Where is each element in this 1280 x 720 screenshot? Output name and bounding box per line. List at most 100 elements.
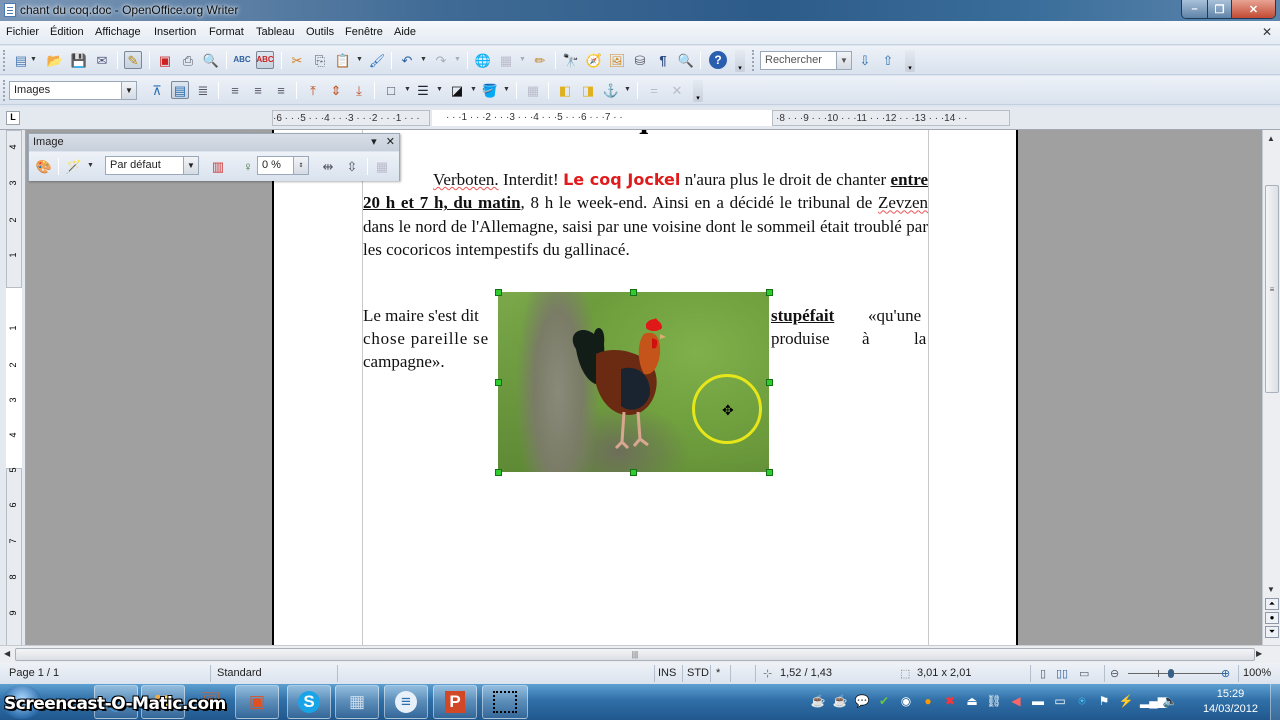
copy-icon[interactable]: ⎘	[311, 51, 329, 69]
flip-vertical-icon[interactable]: ⇹	[319, 157, 337, 175]
close-document-button[interactable]: ✕	[1262, 25, 1272, 39]
frame-properties-icon[interactable]: ▦	[524, 81, 542, 99]
toolbar-grip[interactable]	[3, 50, 6, 71]
scroll-down-arrow[interactable]: ▼	[1267, 585, 1275, 594]
taskbar-openoffice[interactable]: ≡	[384, 685, 428, 719]
nonprinting-characters-icon[interactable]: ¶	[654, 51, 672, 69]
adobe-icon[interactable]: ✖	[942, 694, 958, 712]
zoom-in-icon[interactable]: ⊕	[1221, 667, 1230, 680]
menu-fichier[interactable]: Fichier	[6, 26, 39, 38]
align-bottom-icon[interactable]: ⤓	[350, 81, 368, 99]
horizontal-ruler[interactable]: L ·6 · · ·5 · · ·4 · · ·3 · · ·2 · · ·1 …	[0, 107, 1280, 130]
data-sources-icon[interactable]: ⛁	[631, 51, 649, 69]
zoom-slider[interactable]	[1128, 669, 1224, 678]
signal-icon[interactable]: ▂▄▆	[1140, 694, 1167, 712]
find-replace-icon[interactable]: 🔭	[562, 51, 580, 69]
help-icon[interactable]: ?	[709, 51, 727, 69]
insert-image-from-file-icon[interactable]: 🎨	[35, 157, 53, 175]
toolbar-grip[interactable]	[3, 80, 6, 101]
menu-fenetre[interactable]: Fenêtre	[345, 26, 383, 38]
zoom-icon[interactable]: 🔍	[677, 51, 695, 69]
zoom-out-icon[interactable]: ⊖	[1110, 667, 1119, 680]
usb-safe-remove-icon[interactable]: ⏏	[964, 694, 980, 712]
open-icon[interactable]: 📂	[46, 51, 64, 69]
menu-insertion[interactable]: Insertion	[154, 26, 196, 38]
toolbar-menu-icon[interactable]: ▾	[371, 136, 377, 148]
image-toolbar-title-bar[interactable]: Image ▾ ✕	[29, 134, 399, 151]
chat-icon[interactable]: 💬	[854, 694, 870, 712]
frame-style-select[interactable]: Images ▼	[9, 81, 137, 100]
next-page-button[interactable]: ⏷	[1265, 626, 1279, 638]
align-top-icon[interactable]: ⤒	[304, 81, 322, 99]
avast-icon[interactable]: ●	[920, 694, 936, 712]
document-page[interactable]: Faites taire le coq !! Verboten. Interdi…	[272, 130, 1018, 645]
taskbar-skype[interactable]: S	[287, 685, 331, 719]
find-previous-icon[interactable]: ⇧	[879, 51, 897, 69]
navigation-button[interactable]: ●	[1265, 612, 1279, 624]
taskbar-control-panel[interactable]: ▦	[335, 685, 379, 719]
scroll-left-arrow[interactable]: ◀	[4, 649, 10, 658]
resize-handle-bottom-right[interactable]	[766, 469, 773, 476]
page-count[interactable]: Page 1 / 1	[9, 667, 59, 679]
volume-muted-icon[interactable]: ◀	[1008, 694, 1024, 712]
unlink-frames-icon[interactable]: ✕	[668, 81, 686, 99]
taskbar-powerpoint[interactable]: P	[433, 685, 477, 719]
book-view-icon[interactable]: ▭	[1079, 667, 1089, 680]
align-center-icon[interactable]: ≡	[249, 81, 267, 99]
network-share-icon[interactable]: ⛓	[986, 694, 1002, 712]
scroll-right-arrow[interactable]: ▶	[1256, 649, 1262, 658]
image-properties-icon[interactable]: ▦	[373, 157, 391, 175]
vertical-ruler[interactable]: 4 3 2 1 1 2 3 4 5 6 7 8 9	[0, 130, 26, 648]
link-frames-icon[interactable]: =	[645, 81, 663, 99]
send-to-back-icon[interactable]: ◨	[579, 81, 597, 99]
frame-toolbar-overflow[interactable]: ▾	[693, 80, 703, 102]
image-toolbar-close-button[interactable]: ✕	[386, 136, 395, 148]
resize-handle-top[interactable]	[630, 289, 637, 296]
rooster-image[interactable]: ✥	[498, 292, 769, 472]
gallery-icon[interactable]: 🖼	[608, 51, 626, 69]
display-icon[interactable]: ▭	[1052, 694, 1068, 712]
system-clock[interactable]: 15:29 14/03/2012	[1203, 687, 1258, 717]
transparency-icon[interactable]: ♀	[239, 157, 257, 175]
security-check-icon[interactable]: ✔	[876, 694, 892, 712]
style-dropdown-arrow[interactable]: ▼	[121, 82, 136, 99]
transparency-spinner[interactable]: ⇕	[293, 157, 308, 174]
show-desktop-button[interactable]	[1270, 684, 1280, 720]
paragraph-1[interactable]: Verboten. Interdit! Le coq Jockel n'aura…	[363, 168, 928, 262]
document-workspace[interactable]: Faites taire le coq !! Verboten. Interdi…	[26, 130, 1262, 645]
wrap-off-icon[interactable]: ⊼	[148, 81, 166, 99]
line-style-icon[interactable]: ☰	[414, 81, 432, 99]
anchor-icon[interactable]: ⚓	[602, 81, 620, 99]
horizontal-scroll-thumb[interactable]: |||	[15, 648, 1255, 661]
zoom-slider-knob[interactable]	[1168, 669, 1174, 678]
multi-page-view-icon[interactable]: ▯▯	[1056, 667, 1068, 680]
resize-handle-top-right[interactable]	[766, 289, 773, 296]
spellcheck-icon[interactable]: ABC	[233, 51, 251, 69]
align-left-icon[interactable]: ≡	[226, 81, 244, 99]
action-center-flag-icon[interactable]: ⚑	[1096, 694, 1112, 712]
speaker-icon[interactable]: 🔈	[1162, 694, 1178, 712]
background-color-icon[interactable]: 🪣	[481, 81, 499, 99]
red-highlight-text[interactable]: Le coq Jockel	[563, 170, 680, 189]
misspelled-word[interactable]: Zevzen	[878, 193, 928, 212]
align-right-icon[interactable]: ≡	[272, 81, 290, 99]
wrap-through-icon[interactable]: ≣	[194, 81, 212, 99]
search-dropdown-arrow[interactable]: ▼	[836, 52, 851, 69]
toolbar-overflow[interactable]: ▾	[735, 50, 745, 72]
resize-handle-bottom-left[interactable]	[495, 469, 502, 476]
single-page-view-icon[interactable]: ▯	[1040, 667, 1046, 680]
edit-file-icon[interactable]: ✎	[124, 51, 142, 69]
cut-icon[interactable]: ✂	[288, 51, 306, 69]
document-heading[interactable]: Faites taire le coq !!	[408, 130, 678, 135]
find-toolbar-grip[interactable]	[752, 50, 755, 71]
new-document-icon[interactable]: ▤	[12, 51, 30, 69]
horizontal-scrollbar[interactable]: ◀ ||| ▶	[0, 645, 1280, 663]
menu-tableau[interactable]: Tableau	[256, 26, 295, 38]
java-update-icon[interactable]: ☕	[832, 694, 848, 712]
selection-mode[interactable]: STD	[687, 667, 709, 679]
align-middle-icon[interactable]: ⇕	[327, 81, 345, 99]
scroll-up-arrow[interactable]: ▲	[1267, 134, 1275, 143]
wrap-page-icon[interactable]: ▤	[171, 81, 189, 99]
redo-icon[interactable]: ↷	[432, 51, 450, 69]
search-input[interactable]: Rechercher ▼	[760, 51, 852, 70]
